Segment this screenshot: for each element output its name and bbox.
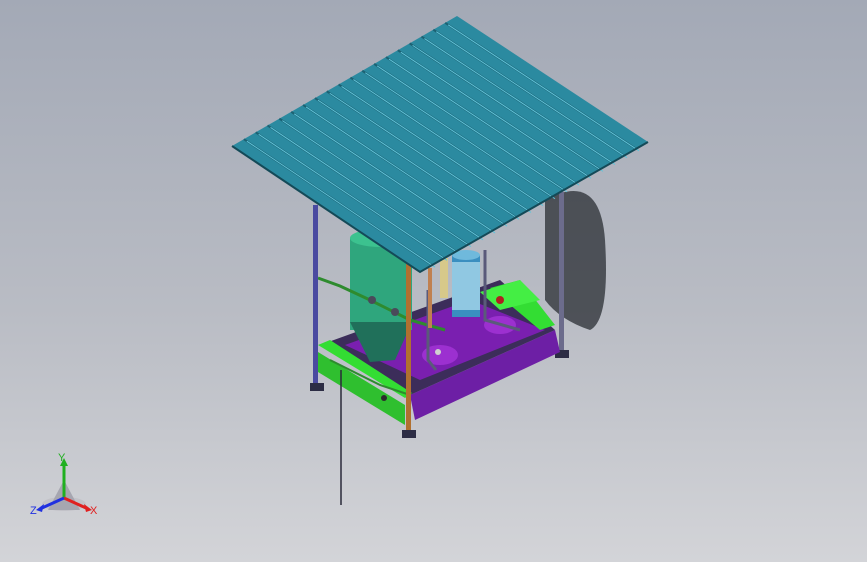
front-right-foot <box>402 430 416 438</box>
filter-vessel-side-panel <box>440 258 448 298</box>
rear-right-post <box>559 192 564 357</box>
front-left-post <box>313 205 318 390</box>
y-axis-label: Y <box>58 452 66 464</box>
front-left-foot <box>310 383 324 391</box>
graphics-viewport[interactable]: Y X Z <box>0 0 867 562</box>
equipment-shelter-model[interactable] <box>0 0 867 562</box>
gauge-2 <box>381 395 387 401</box>
filter-vessel-window <box>452 262 480 310</box>
valve-3 <box>496 296 504 304</box>
roof-shadow <box>545 191 606 330</box>
z-axis-label: Z <box>30 505 37 517</box>
front-right-post <box>406 262 411 437</box>
gauge-1 <box>435 349 441 355</box>
valve-2 <box>391 308 399 316</box>
z-axis-arrow <box>36 504 44 512</box>
valve-1 <box>368 296 376 304</box>
x-axis-label: X <box>90 505 98 517</box>
mid-post <box>428 268 432 328</box>
